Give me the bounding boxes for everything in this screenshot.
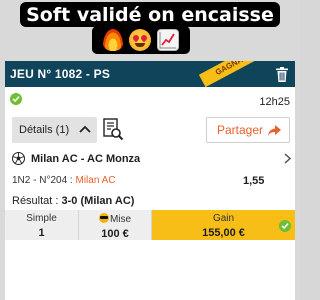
caption-text: Soft validé on encaisse [26, 4, 274, 26]
gain-value: 155,00 € [202, 227, 245, 239]
gain-cell: Gain 155,00 € [152, 210, 295, 240]
share-label: Partager [217, 123, 264, 137]
share-button[interactable]: Partager [206, 117, 290, 143]
sunglasses-icon [98, 213, 109, 223]
chevron-right-icon [284, 153, 291, 164]
win-check-icon [10, 93, 22, 105]
result-team: (Milan AC) [77, 195, 135, 207]
stake-label: Mise [109, 214, 132, 225]
odds-value: 1,55 [243, 175, 265, 187]
stake-cell: Mise 100 € [79, 210, 152, 240]
chevron-up-icon [79, 125, 91, 133]
gain-label: Gain [212, 213, 235, 224]
ticket-title: JEU N° 1082 - PS [10, 67, 111, 81]
result-score: 3-0 [61, 195, 78, 207]
bet-ticket-card: JEU N° 1082 - PS GAGNANT 12h25 Détails (… [5, 61, 295, 300]
gain-check-icon [279, 220, 291, 232]
caption-emojis [92, 26, 190, 54]
result-row: Résultat : 3-0 (Milan AC) [12, 195, 134, 207]
bet-market: 1N2 - N°204 : [12, 175, 76, 186]
document-search-icon [103, 118, 124, 141]
match-title: Milan AC - AC Monza [31, 153, 141, 165]
match-row[interactable]: Milan AC - AC Monza [5, 148, 295, 168]
bet-type-label: Simple [26, 213, 57, 224]
stake-value: 100 € [101, 228, 129, 240]
bet-code: 1N2 - N°204 : Milan AC [12, 175, 116, 186]
status-row: 12h25 [5, 87, 295, 111]
bet-selection-row: 1N2 - N°204 : Milan AC 1,55 [5, 172, 295, 190]
delete-ticket-button[interactable] [273, 64, 291, 84]
bet-summary: Simple 1 Mise 100 € Gain 155,00 € [5, 210, 295, 240]
result-label: Résultat : [12, 195, 62, 207]
bet-time: 12h25 [259, 96, 290, 108]
bet-type-value: 1 [38, 227, 45, 239]
ticket-header: JEU N° 1082 - PS GAGNANT [5, 61, 295, 88]
details-toggle-button[interactable]: Détails (1) [12, 117, 97, 143]
bet-type-cell: Simple 1 [5, 210, 79, 240]
soccer-ball-icon [12, 152, 25, 165]
story-caption: Soft validé on encaisse [20, 2, 280, 27]
fire-icon [103, 29, 123, 51]
won-ribbon: GAGNANT [198, 61, 270, 88]
trash-icon [276, 66, 288, 82]
chart-increasing-icon [157, 29, 179, 51]
share-arrow-icon [268, 125, 281, 136]
bet-pick: Milan AC [75, 175, 116, 186]
view-receipt-button[interactable] [101, 117, 125, 143]
details-label: Détails (1) [19, 124, 70, 136]
heart-eyes-icon [129, 29, 151, 51]
